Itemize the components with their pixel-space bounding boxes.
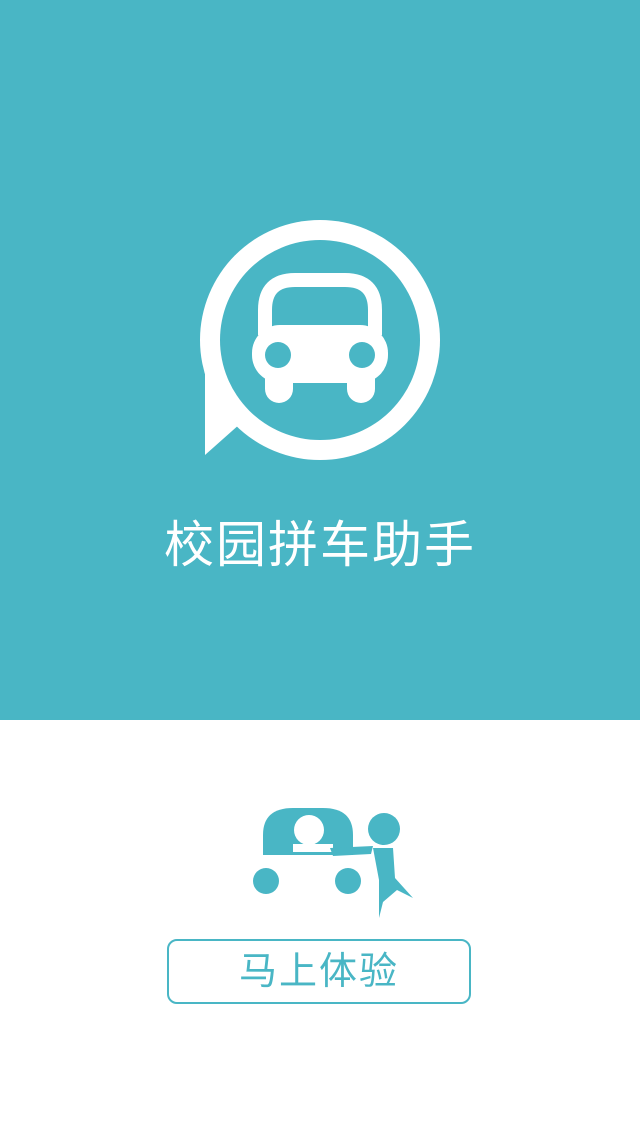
splash-header: 校园拼车助手 (0, 0, 640, 720)
person-pushing-car-icon (253, 808, 413, 918)
app-title: 校园拼车助手 (164, 516, 476, 574)
car-speech-bubble-icon (200, 220, 440, 460)
try-now-button[interactable]: 马上体验 (167, 939, 471, 1004)
splash-footer (0, 720, 640, 1136)
